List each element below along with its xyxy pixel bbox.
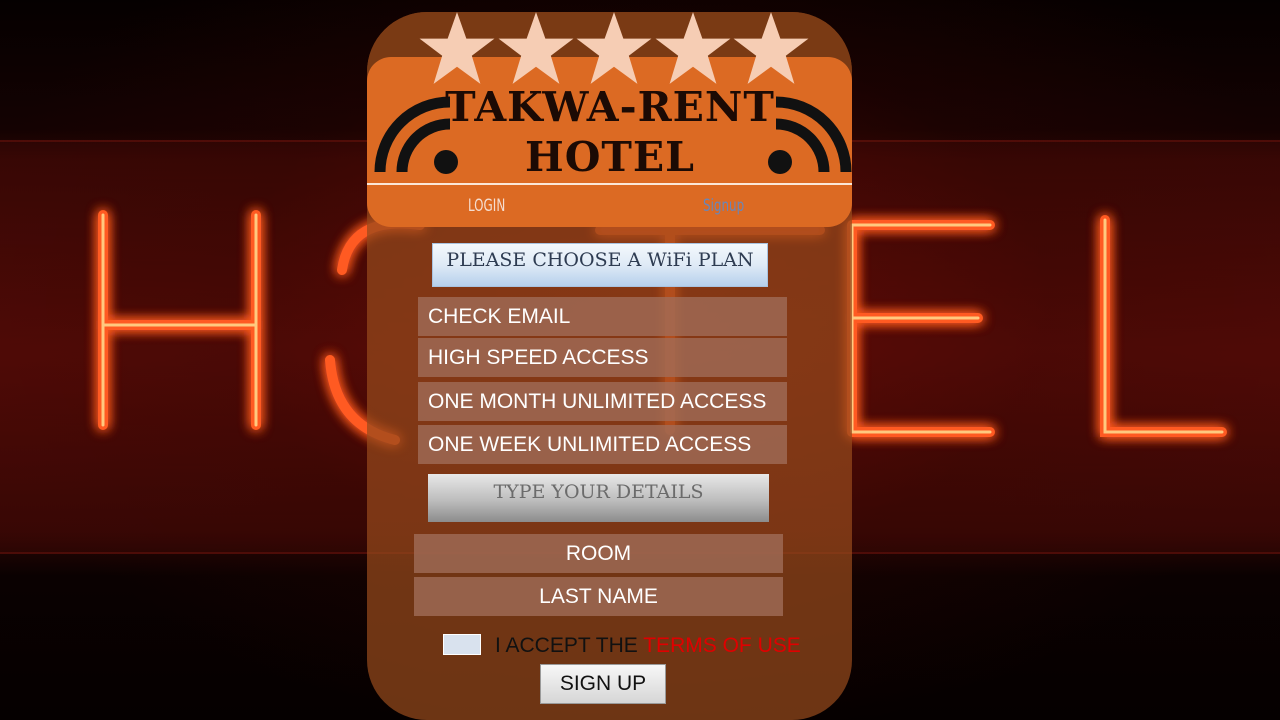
wifi-plan-heading: PLEASE CHOOSE A WiFi PLAN: [432, 243, 768, 287]
terms-label: I ACCEPT THE TERMS OF USE: [495, 633, 801, 659]
plan-option-one-month[interactable]: ONE MONTH UNLIMITED ACCESS: [418, 382, 787, 421]
star-icon: [576, 12, 652, 84]
star-icon: [655, 12, 730, 84]
sign-up-button[interactable]: SIGN UP: [540, 664, 666, 704]
star-icon: [419, 12, 495, 84]
plan-option-check-email[interactable]: CHECK EMAIL: [418, 297, 787, 336]
terms-checkbox[interactable]: [443, 634, 481, 655]
neon-letter-h: [98, 210, 261, 430]
star-icon: [733, 12, 809, 84]
neon-letter-l: [1100, 215, 1227, 437]
plan-option-one-week[interactable]: ONE WEEK UNLIMITED ACCESS: [418, 425, 787, 464]
accept-text: I ACCEPT THE: [495, 634, 638, 657]
terms-of-use-link[interactable]: TERMS OF USE: [643, 634, 801, 657]
login-link[interactable]: LOGIN: [468, 196, 505, 216]
title-line-1: TAKWA-RENT: [445, 83, 775, 131]
details-heading: TYPE YOUR DETAILS: [428, 474, 769, 522]
last-name-field[interactable]: LAST NAME: [414, 577, 783, 616]
neon-letter-e: [847, 220, 995, 437]
plan-option-high-speed[interactable]: HIGH SPEED ACCESS: [418, 338, 787, 377]
header-divider: [367, 183, 852, 185]
room-field[interactable]: ROOM: [414, 534, 783, 573]
hotel-title: TAKWA-RENT HOTEL: [440, 82, 780, 182]
rating-stars: [418, 10, 810, 86]
title-line-2: HOTEL: [524, 133, 696, 181]
signup-link[interactable]: Signup: [703, 196, 744, 216]
star-icon: [498, 12, 573, 84]
